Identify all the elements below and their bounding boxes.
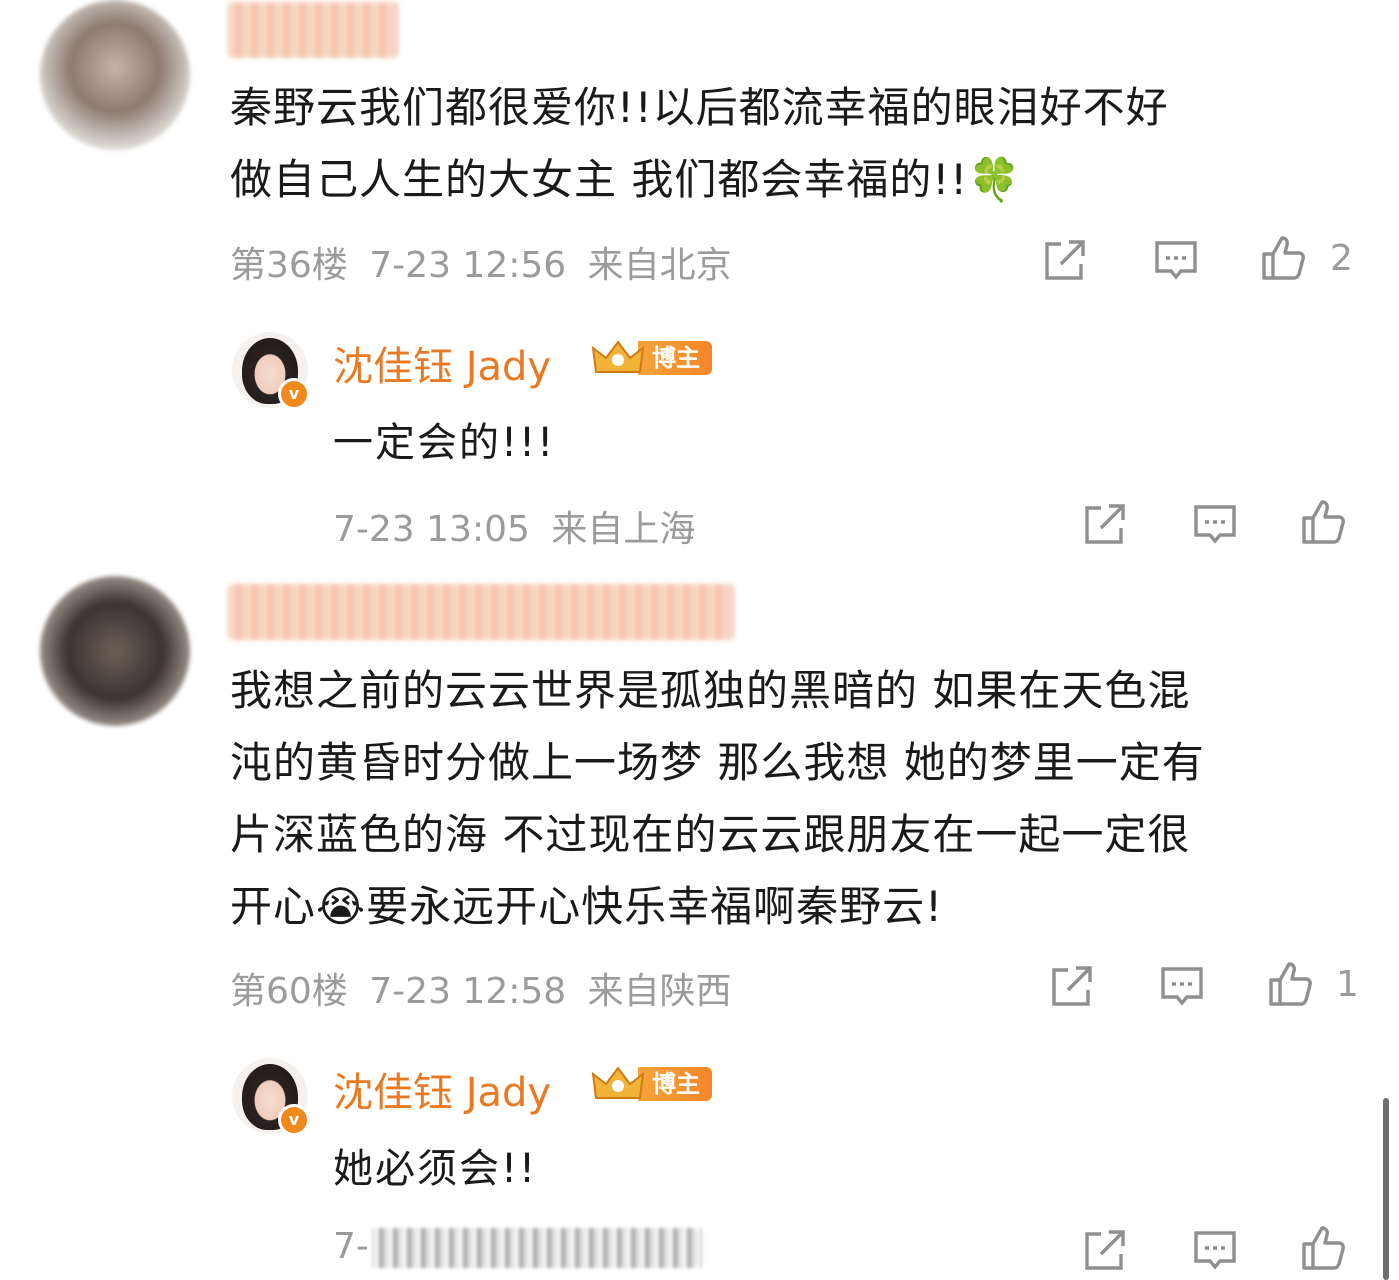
comment-text-line: 片深蓝色的海 不过现在的云云跟朋友在一起一定很 [230, 810, 1191, 859]
comment-meta: 第36楼 7-23 12:56 来自北京 [230, 236, 732, 288]
comment-text: 我想之前的云云世界是孤独的黑暗的 如果在天色混 沌的黄昏时分做上一场梦 那么我想… [230, 655, 1370, 943]
reply-text: 一定会的!!! [333, 420, 556, 466]
floor-number: 第36楼 [230, 245, 348, 286]
comment-time: 7-23 12:58 [369, 971, 567, 1012]
comment-icon[interactable] [1191, 1226, 1239, 1274]
comment-text-line: 开心😭要永远开心快乐幸福啊秦野云! [230, 882, 943, 931]
blogger-badge: 博主 [590, 338, 712, 378]
blogger-badge-label: 博主 [638, 1067, 712, 1101]
share-icon[interactable] [1048, 962, 1096, 1010]
reply-time: 7- [333, 1226, 369, 1267]
comment-text-line: 秦野云我们都很爱你!!以后都流幸福的眼泪好不好 [230, 83, 1169, 132]
comment-text-line: 做自己人生的大女主 我们都会幸福的!!🍀 [230, 155, 1022, 204]
reply-meta: 7-23 13:05 来自上海 [333, 500, 695, 552]
blogger-avatar[interactable]: v [232, 1058, 310, 1136]
reply-location: 来自上海 [551, 509, 696, 550]
commenter-avatar[interactable] [40, 576, 190, 726]
blogger-badge: 博主 [590, 1064, 712, 1104]
blogger-avatar[interactable]: v [232, 332, 310, 410]
thumbs-up-icon[interactable] [1267, 960, 1315, 1008]
floor-number: 第60楼 [230, 971, 348, 1012]
reply-text: 她必须会!! [333, 1146, 538, 1192]
clover-emoji: 🍀 [968, 155, 1022, 204]
share-icon[interactable] [1081, 500, 1129, 548]
comment-meta: 第60楼 7-23 12:58 来自陕西 [230, 962, 732, 1014]
crown-icon [590, 338, 646, 378]
reply-meta: 7- [333, 1226, 369, 1267]
blogger-name[interactable]: 沈佳钰 Jady [333, 1060, 551, 1118]
blogger-badge-label: 博主 [638, 341, 712, 375]
verified-badge-icon: v [278, 1104, 310, 1136]
commenter-avatar[interactable] [40, 0, 190, 150]
verified-badge-icon: v [278, 378, 310, 410]
blogger-name[interactable]: 沈佳钰 Jady [333, 334, 551, 392]
thumbs-up-icon[interactable] [1300, 498, 1348, 546]
thumbs-up-icon[interactable] [1260, 234, 1308, 282]
reply-time: 7-23 13:05 [333, 509, 530, 550]
comment-location: 来自北京 [587, 245, 732, 286]
comment-text-line: 沌的黄昏时分做上一场梦 那么我想 她的梦里一定有 [230, 738, 1205, 787]
comment-icon[interactable] [1152, 236, 1200, 284]
thumbs-up-icon[interactable] [1300, 1224, 1348, 1272]
commenter-name-blurred[interactable] [228, 584, 734, 640]
comment-location: 来自陕西 [587, 971, 732, 1012]
like-count: 1 [1336, 964, 1359, 1005]
comment-icon[interactable] [1158, 962, 1206, 1010]
share-icon[interactable] [1041, 236, 1089, 284]
scrollbar[interactable] [1383, 1098, 1389, 1280]
share-icon[interactable] [1081, 1226, 1129, 1274]
comment-text-line: 我想之前的云云世界是孤独的黑暗的 如果在天色混 [230, 666, 1191, 715]
like-count: 2 [1330, 238, 1353, 279]
reply-time-blurred [372, 1228, 702, 1268]
commenter-name-blurred[interactable] [228, 2, 398, 58]
crying-emoji: 😭 [316, 882, 367, 931]
comment-text: 秦野云我们都很爱你!!以后都流幸福的眼泪好不好 做自己人生的大女主 我们都会幸福… [230, 72, 1350, 216]
comment-time: 7-23 12:56 [369, 245, 567, 286]
crown-icon [590, 1064, 646, 1104]
comment-icon[interactable] [1191, 500, 1239, 548]
